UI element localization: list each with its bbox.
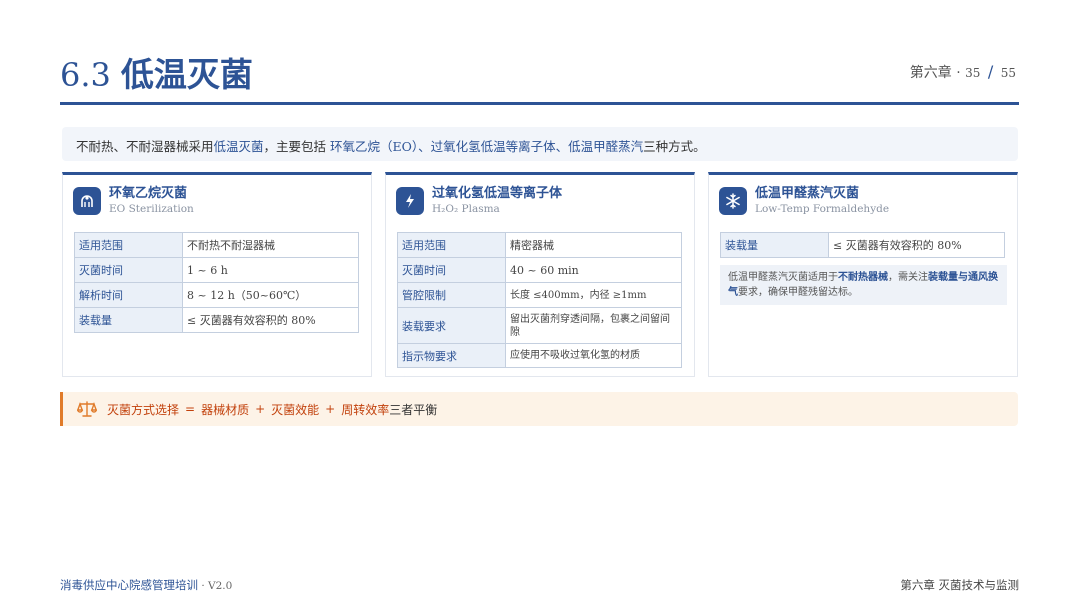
card-title: 环氧乙烷灭菌: [109, 186, 188, 201]
spec-table: 适用范围 精密器械 灭菌时间 40 ~ 60 min 管腔限制 长度 ≤400m…: [397, 232, 682, 368]
lightning-icon: [396, 187, 424, 215]
section-title: 低温灭菌: [120, 55, 253, 94]
intro-text-1: 不耐热、不耐湿器械采用: [76, 139, 214, 154]
row-key: 管腔限制: [397, 282, 506, 308]
table-row: 灭菌时间 1 ~ 6 h: [74, 257, 359, 283]
row-key: 装载量: [74, 307, 183, 333]
row-key: 解析时间: [74, 282, 183, 308]
summary-banner: 灭菌方式选择 = 器械材质 + 灭菌效能 + 周转效率 三者平衡: [60, 392, 1018, 426]
table-row: 装载量 ≤ 灭菌器有效容积的 80%: [74, 307, 359, 333]
note-text-3: 要求，确保甲醛残留达标。: [738, 287, 858, 298]
card-eo-sterilization: 环氧乙烷灭菌 EO Sterilization 适用范围 不耐热不耐湿器械 灭菌…: [62, 172, 372, 377]
table-row: 灭菌时间 40 ~ 60 min: [397, 257, 682, 283]
table-row: 装载量 ≤ 灭菌器有效容积的 80%: [720, 232, 1005, 258]
row-key: 灭菌时间: [397, 257, 506, 283]
card-title: 低温甲醛蒸汽灭菌: [755, 186, 860, 201]
row-value: 不耐热不耐湿器械: [182, 232, 359, 258]
row-value: 8 ~ 12 h（50~60℃）: [182, 282, 359, 308]
row-value: 长度 ≤400mm，内径 ≥1mm: [505, 282, 682, 308]
row-value: ≤ 灭菌器有效容积的 80%: [828, 232, 1005, 258]
row-value: 应使用不吸收过氧化氢的材质: [505, 343, 682, 368]
row-key: 适用范围: [74, 232, 183, 258]
note-text-1: 低温甲醛蒸汽灭菌适用于: [728, 272, 838, 283]
note-highlight-1: 不耐热器械: [838, 272, 888, 283]
footer-version: V2.0: [208, 580, 233, 592]
card-title: 过氧化氢低温等离子体: [432, 186, 563, 201]
row-value: 精密器械: [505, 232, 682, 258]
chapter-label: 第六章: [909, 65, 952, 81]
summary-item-turnover: 周转效率: [341, 402, 390, 417]
summary-item-efficacy: 灭菌效能: [271, 402, 320, 417]
summary-plus: +: [255, 402, 266, 416]
page-slash: /: [987, 62, 994, 81]
intro-text-3: 三种方式。: [643, 139, 706, 154]
header-divider: [60, 102, 1019, 105]
footer-course: 消毒供应中心院感管理培训 · V2.0: [60, 577, 232, 593]
footer-course-name: 消毒供应中心院感管理培训: [60, 578, 198, 592]
summary-tail: 三者平衡: [389, 402, 438, 417]
summary-label: 灭菌方式选择: [107, 402, 180, 417]
footer-dot: ·: [198, 580, 209, 592]
section-number: 6.3: [60, 56, 111, 94]
page-number: 35: [965, 66, 981, 80]
note-text-2: ，需关注: [888, 272, 928, 283]
card-subtitle: EO Sterilization: [109, 203, 194, 215]
table-row: 装载要求 留出灭菌剂穿透间隔，包裹之间留间隙: [397, 307, 682, 344]
table-row: 管腔限制 长度 ≤400mm，内径 ≥1mm: [397, 282, 682, 308]
row-key: 指示物要求: [397, 343, 506, 368]
table-row: 适用范围 不耐热不耐湿器械: [74, 232, 359, 258]
row-key: 装载量: [720, 232, 829, 258]
page-indicator: 第六章 · 35 / 55: [910, 62, 1016, 82]
balance-scale-icon: [77, 401, 97, 417]
row-value: 1 ~ 6 h: [182, 257, 359, 283]
snowflake-icon: [719, 187, 747, 215]
row-key: 适用范围: [397, 232, 506, 258]
card-subtitle: Low-Temp Formaldehyde: [755, 203, 890, 215]
summary-plus: +: [325, 402, 336, 416]
intro-highlight-2: 环氧乙烷（EO）、过氧化氢低温等离子体、低温甲醛蒸汽: [330, 139, 644, 154]
card-header: 过氧化氢低温等离子体 H₂O₂ Plasma: [396, 186, 562, 216]
page-title: 6.3 低温灭菌: [60, 48, 253, 94]
row-key: 装载要求: [397, 307, 506, 344]
flask-icon: [73, 187, 101, 215]
card-subtitle: H₂O₂ Plasma: [432, 203, 500, 215]
table-row: 解析时间 8 ~ 12 h（50~60℃）: [74, 282, 359, 308]
intro-text-2: ，主要包括: [263, 139, 331, 154]
page-dot: ·: [956, 65, 961, 81]
footer-chapter: 第六章 灭菌技术与监测: [900, 578, 1019, 592]
row-key: 灭菌时间: [74, 257, 183, 283]
card-h2o2-plasma: 过氧化氢低温等离子体 H₂O₂ Plasma 适用范围 精密器械 灭菌时间 40…: [385, 172, 695, 377]
row-value: ≤ 灭菌器有效容积的 80%: [182, 307, 359, 333]
note-box: 低温甲醛蒸汽灭菌适用于不耐热器械，需关注装载量与通风换气要求，确保甲醛残留达标。: [720, 265, 1007, 305]
row-value: 40 ~ 60 min: [505, 257, 682, 283]
intro-highlight-1: 低温灭菌: [213, 139, 264, 154]
table-row: 适用范围 精密器械: [397, 232, 682, 258]
summary-equals: =: [185, 402, 196, 416]
card-header: 环氧乙烷灭菌 EO Sterilization: [73, 186, 194, 216]
card-header: 低温甲醛蒸汽灭菌 Low-Temp Formaldehyde: [719, 186, 889, 216]
spec-table: 装载量 ≤ 灭菌器有效容积的 80%: [720, 232, 1005, 258]
row-value: 留出灭菌剂穿透间隔，包裹之间留间隙: [505, 307, 682, 344]
spec-table: 适用范围 不耐热不耐湿器械 灭菌时间 1 ~ 6 h 解析时间 8 ~ 12 h…: [74, 232, 359, 333]
table-row: 指示物要求 应使用不吸收过氧化氢的材质: [397, 343, 682, 368]
summary-item-material: 器械材质: [201, 402, 250, 417]
page-total: 55: [1000, 66, 1016, 80]
card-low-temp-formaldehyde: 低温甲醛蒸汽灭菌 Low-Temp Formaldehyde 装载量 ≤ 灭菌器…: [708, 172, 1018, 377]
intro-banner: 不耐热、不耐湿器械采用低温灭菌，主要包括 环氧乙烷（EO）、过氧化氢低温等离子体…: [62, 127, 1018, 161]
